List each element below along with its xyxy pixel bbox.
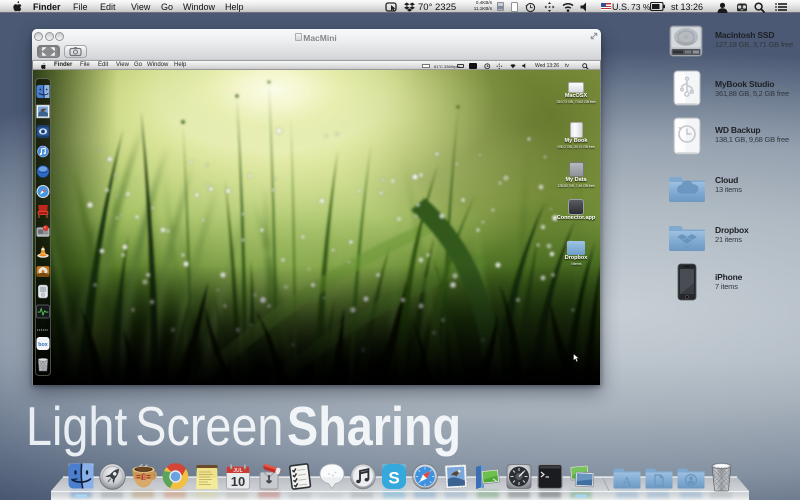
svg-text:JUL: JUL [233, 468, 242, 474]
svg-text:É: É [141, 472, 146, 482]
svg-text:box: box [38, 342, 47, 348]
svg-text:S: S [388, 469, 399, 488]
svg-text:10: 10 [231, 474, 245, 489]
svg-text:A: A [622, 474, 632, 489]
